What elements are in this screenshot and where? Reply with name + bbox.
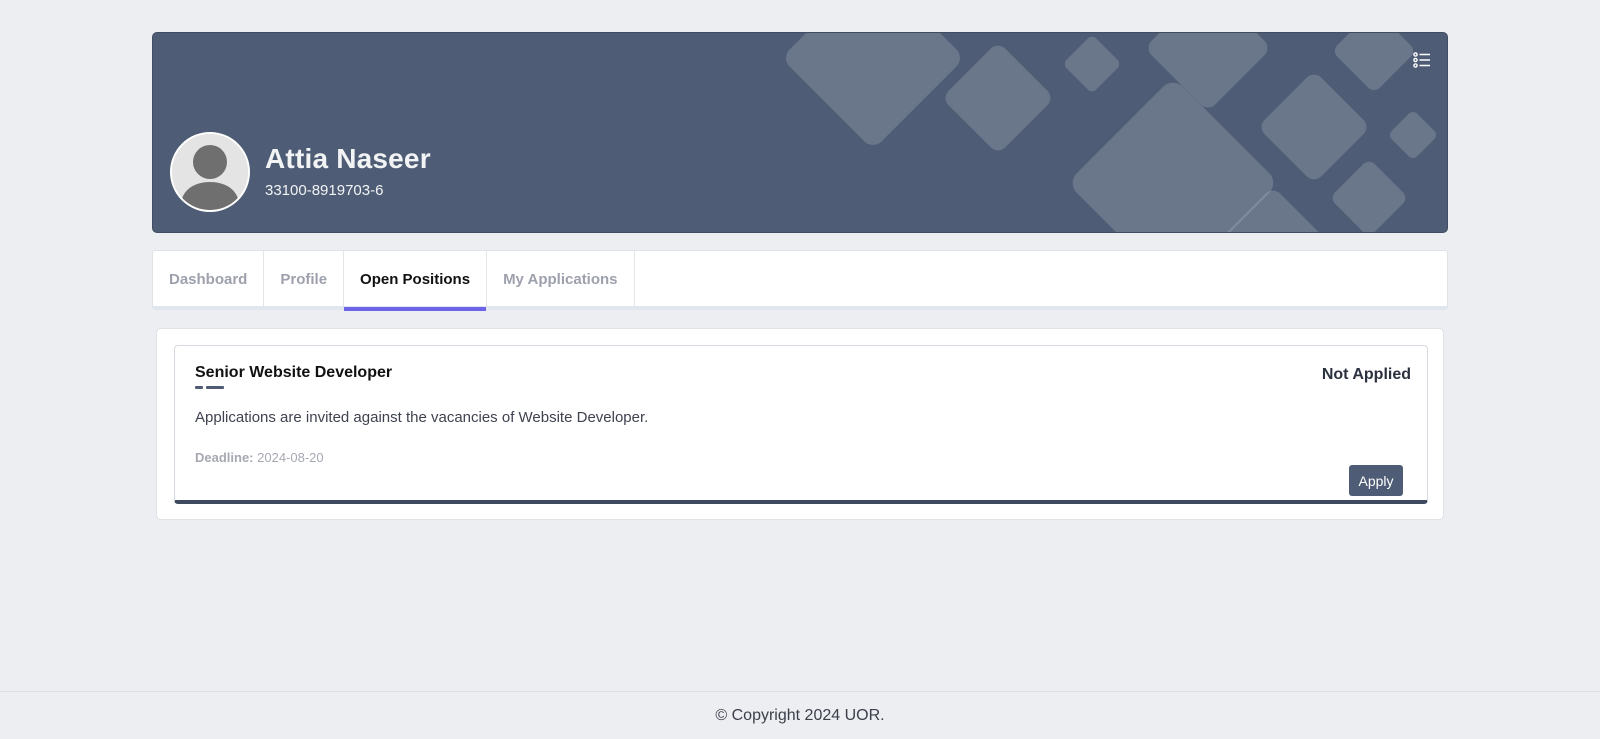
deadline-label: Deadline: xyxy=(195,450,254,465)
title-underline-decoration xyxy=(195,386,224,389)
tab-open-positions[interactable]: Open Positions xyxy=(344,251,488,311)
application-status: Not Applied xyxy=(1321,366,1411,383)
user-name: Attia Naseer xyxy=(265,143,431,174)
tab-dashboard[interactable]: Dashboard xyxy=(153,251,265,307)
list-menu-icon[interactable] xyxy=(1411,49,1433,71)
user-id-number: 33100-8919703-6 xyxy=(265,182,384,199)
user-avatar-icon xyxy=(170,132,250,212)
job-title: Senior Website Developer xyxy=(195,364,393,381)
open-positions-panel: Senior Website Developer Not Applied App… xyxy=(156,328,1444,520)
profile-tabs: Dashboard Profile Open Positions My Appl… xyxy=(152,250,1448,311)
job-deadline: Deadline: 2024-08-20 xyxy=(195,450,324,465)
tab-my-applications[interactable]: My Applications xyxy=(487,251,635,307)
apply-button[interactable]: Apply xyxy=(1349,465,1403,496)
banner-pattern xyxy=(786,33,1436,232)
tab-profile[interactable]: Profile xyxy=(264,251,345,307)
job-description: Applications are invited against the vac… xyxy=(195,409,649,426)
job-card: Senior Website Developer Not Applied App… xyxy=(174,345,1428,504)
profile-banner: Attia Naseer 33100-8919703-6 xyxy=(152,32,1448,233)
deadline-value: 2024-08-20 xyxy=(257,450,324,465)
footer-copyright: © Copyright 2024 UOR. xyxy=(0,691,1600,739)
